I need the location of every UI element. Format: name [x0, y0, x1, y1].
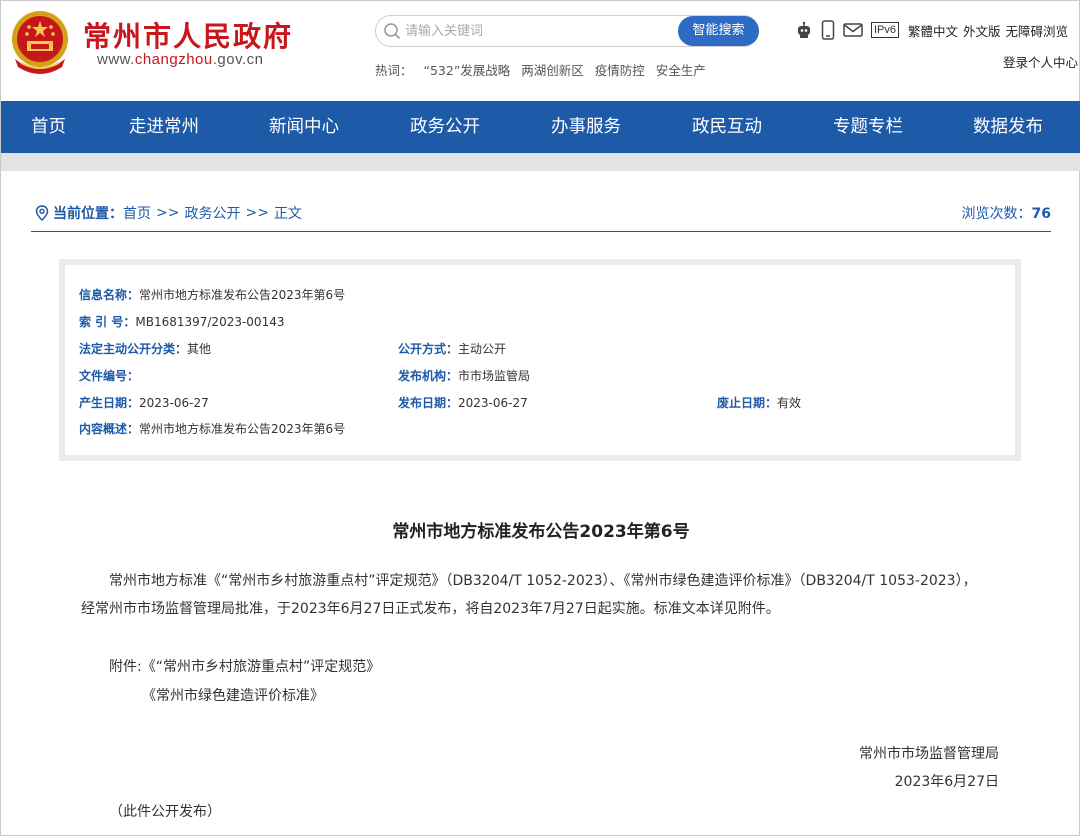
hot-words: 热词： “532”发展战略 两湖创新区 疫情防控 安全生产	[375, 60, 713, 79]
tool-icons: IPv6	[795, 19, 900, 41]
breadcrumb-home[interactable]: 首页	[123, 203, 151, 223]
nav-item-data[interactable]: 数据发布	[973, 101, 1043, 153]
search-icon	[384, 23, 401, 40]
top-links: 繁體中文 外文版 无障碍浏览	[908, 21, 1073, 40]
breadcrumb-label: 当前位置：	[53, 206, 123, 222]
site-url-highlight: changzhou	[134, 51, 213, 68]
hot-words-label: 热词：	[375, 63, 413, 78]
hot-word-link[interactable]: 疫情防控	[595, 63, 645, 78]
view-count-label: 浏览次数：	[961, 206, 1032, 222]
hot-word-link[interactable]: “532”发展战略	[424, 63, 511, 78]
info-summary: 内容概述：常州市地方标准发布公告2023年第6号	[79, 422, 346, 436]
article-paragraph: 常州市地方标准《“常州市乡村旅游重点村”评定规范》（DB3204/T 1052-…	[81, 573, 977, 617]
breadcrumb-gov-affairs[interactable]: 政务公开	[184, 203, 240, 223]
breadcrumb-divider	[31, 231, 1051, 232]
accessibility-link[interactable]: 无障碍浏览	[1006, 24, 1069, 39]
nav-item-gov-affairs[interactable]: 政务公开	[410, 101, 480, 153]
search-input[interactable]	[405, 19, 665, 43]
breadcrumb-separator: >>	[156, 205, 180, 221]
foreign-language-link[interactable]: 外文版	[963, 24, 1001, 39]
info-doc-number: 文件编号：	[79, 369, 140, 383]
info-expire-date: 废止日期：有效	[717, 396, 802, 410]
hot-word-link[interactable]: 安全生产	[656, 63, 706, 78]
publication-note: （此件公开发布）	[109, 804, 221, 820]
article-title: 常州市地方标准发布公告2023年第6号	[392, 522, 690, 542]
view-count: 浏览次数：76	[962, 203, 1051, 223]
attachment-link[interactable]: 《常州市绿色建造评价标准》	[142, 685, 324, 705]
ipv6-badge: IPv6	[871, 22, 900, 38]
hot-word-link[interactable]: 两湖创新区	[521, 63, 584, 78]
breadcrumb: 当前位置： 首页 >> 政务公开 >> 正文	[35, 203, 302, 223]
national-emblem-icon	[12, 11, 68, 74]
info-category: 法定主动公开分类：其他	[79, 342, 212, 356]
login-link[interactable]: 登录个人中心	[1003, 52, 1078, 71]
robot-icon[interactable]	[795, 21, 813, 39]
traditional-chinese-link[interactable]: 繁體中文	[908, 24, 958, 39]
smart-search-button[interactable]: 智能搜索	[678, 16, 759, 46]
location-pin-icon	[35, 205, 49, 221]
info-name: 信息名称：常州市地方标准发布公告2023年第6号	[79, 288, 346, 302]
nav-item-interaction[interactable]: 政民互动	[692, 101, 762, 153]
info-panel: 信息名称：常州市地方标准发布公告2023年第6号 索 引 号：MB1681397…	[65, 265, 1015, 455]
nav-item-about[interactable]: 走进常州	[129, 101, 199, 153]
nav-item-news[interactable]: 新闻中心	[269, 101, 339, 153]
site-name[interactable]: 常州市人民政府	[83, 15, 293, 55]
info-index: 索 引 号：MB1681397/2023-00143	[79, 315, 285, 329]
nav-item-home[interactable]: 首页	[31, 101, 66, 153]
breadcrumb-separator: >>	[245, 205, 269, 221]
site-url-prefix: www.	[97, 51, 135, 68]
nav-item-services[interactable]: 办事服务	[551, 101, 621, 153]
attachment-link[interactable]: 附件:《“常州市乡村旅游重点村”评定规范》	[109, 656, 380, 676]
info-published-date: 发布日期：2023-06-27	[398, 396, 528, 410]
nav-item-topics[interactable]: 专题专栏	[833, 101, 903, 153]
mobile-icon[interactable]	[821, 20, 835, 40]
nav-shadow-band	[1, 153, 1080, 171]
info-method: 公开方式：主动公开	[398, 342, 507, 356]
breadcrumb-current: 正文	[273, 206, 302, 222]
view-count-value: 76	[1031, 206, 1051, 222]
info-org: 发布机构：市市场监管局	[398, 369, 531, 383]
signature-date: 2023年6月27日	[894, 774, 999, 790]
mail-icon[interactable]	[843, 22, 863, 38]
site-url[interactable]: www.changzhou.gov.cn	[97, 51, 264, 68]
site-url-suffix: .gov.cn	[212, 51, 264, 68]
signature-org: 常州市市场监督管理局	[859, 746, 999, 762]
info-created-date: 产生日期：2023-06-27	[79, 396, 209, 410]
